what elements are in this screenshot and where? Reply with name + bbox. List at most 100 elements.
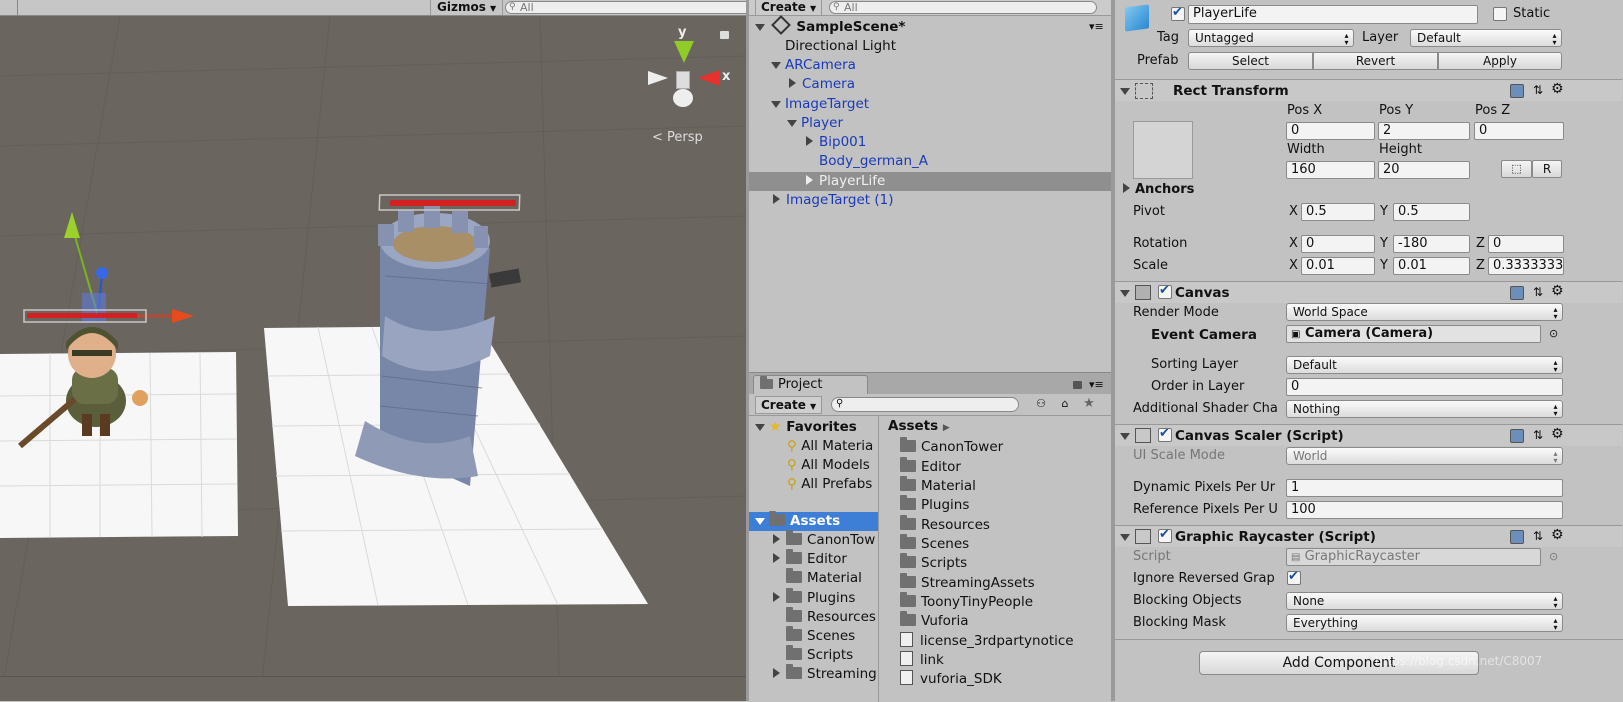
file-row[interactable]: Material (880, 476, 1111, 496)
hierarchy-item-bip001[interactable]: Bip001 (749, 133, 1109, 152)
render-mode-dropdown[interactable]: World Space (1286, 303, 1563, 321)
tree-item-editor[interactable]: Editor (749, 549, 878, 569)
gear-icon[interactable]: ⚙ (1551, 527, 1564, 543)
file-row[interactable]: Scripts (880, 553, 1111, 573)
posx-input[interactable]: 0 (1286, 122, 1375, 140)
rect-transform-header[interactable]: Rect Transform ⇅ ⚙ (1115, 79, 1622, 101)
help-icon[interactable] (1510, 286, 1524, 300)
sorting-layer-dropdown[interactable]: Default (1286, 356, 1563, 374)
file-row[interactable]: link (880, 651, 1111, 670)
dynamic-pixels-input[interactable]: 1 (1286, 479, 1563, 497)
expand-arrow-icon[interactable] (1120, 433, 1130, 440)
tree-item-material[interactable]: Material (749, 568, 878, 588)
height-input[interactable]: 20 (1378, 161, 1470, 179)
lock-icon[interactable] (720, 31, 729, 39)
file-row[interactable]: Editor (880, 457, 1111, 477)
scene-view[interactable]: Gizmos ▼ ⚲ All y x < Persp (0, 0, 746, 701)
pivot-y-input[interactable]: 0.5 (1393, 203, 1470, 221)
canvas-scaler-enabled-checkbox[interactable] (1158, 426, 1172, 442)
tree-item-scripts[interactable]: Scripts (749, 645, 878, 665)
file-row[interactable]: ToonyTinyPeople (880, 592, 1111, 612)
tree-item-streaming[interactable]: Streaming (749, 664, 878, 684)
gear-icon[interactable]: ⚙ (1551, 81, 1564, 97)
hierarchy-item-imagetarget[interactable]: ImageTarget (749, 95, 1109, 114)
gear-icon[interactable]: ⚙ (1551, 283, 1564, 299)
hierarchy-item-player[interactable]: Player (749, 114, 1109, 133)
collapse-arrow-icon[interactable] (1123, 183, 1130, 193)
collapse-arrow-icon[interactable] (773, 194, 780, 204)
lock-icon[interactable] (1073, 381, 1082, 389)
scale-x-input[interactable]: 0.01 (1301, 257, 1375, 275)
filter-label-icon[interactable]: ⌂ (1055, 397, 1075, 413)
favorite-all-prefabs[interactable]: ⚲ All Prefabs (749, 475, 878, 494)
expand-arrow-icon[interactable] (1120, 290, 1130, 297)
collapse-arrow-icon[interactable] (773, 534, 780, 544)
tree-item-scenes[interactable]: Scenes (749, 626, 878, 646)
rot-y-input[interactable]: -180 (1393, 235, 1470, 253)
project-tab[interactable]: Project (753, 375, 868, 394)
tag-dropdown[interactable]: Untagged (1188, 29, 1354, 47)
width-input[interactable]: 160 (1286, 161, 1375, 179)
anchors-row[interactable]: Anchors (1123, 182, 1194, 197)
hierarchy-item-directional-light[interactable]: Directional Light (749, 37, 1109, 56)
shader-channels-dropdown[interactable]: Nothing (1286, 400, 1563, 418)
order-in-layer-input[interactable]: 0 (1286, 378, 1563, 396)
file-row[interactable]: Resources (880, 515, 1111, 535)
file-row[interactable]: license_3rdpartynotice (880, 632, 1111, 651)
preset-icon[interactable]: ⇅ (1533, 529, 1543, 543)
favorite-star-icon[interactable]: ★ (1079, 396, 1099, 412)
hierarchy-item-body-german-a[interactable]: Body_german_A (749, 152, 1109, 171)
rot-z-input[interactable]: 0 (1488, 235, 1564, 253)
object-picker-icon[interactable]: ⊙ (1549, 327, 1558, 340)
persp-label[interactable]: < Persp (652, 130, 703, 145)
toolbar-left-button[interactable] (0, 0, 18, 15)
scene-row[interactable]: SampleScene* (749, 15, 1109, 37)
graphic-raycaster-enabled-checkbox[interactable] (1158, 527, 1172, 543)
expand-arrow-icon[interactable] (1120, 534, 1130, 541)
preset-icon[interactable]: ⇅ (1533, 285, 1543, 299)
blueprint-mode-button[interactable]: ⬚ (1501, 160, 1532, 178)
collapse-arrow-icon[interactable] (773, 668, 780, 678)
scale-z-input[interactable]: 0.3333333 (1488, 257, 1564, 275)
hierarchy-item-camera[interactable]: Camera (749, 75, 1109, 94)
pivot-x-input[interactable]: 0.5 (1301, 203, 1375, 221)
filter-type-icon[interactable]: ⚇ (1031, 397, 1051, 413)
file-row[interactable]: vuforia_SDK (880, 670, 1111, 689)
layer-dropdown[interactable]: Default (1410, 29, 1562, 47)
rot-x-input[interactable]: 0 (1301, 235, 1375, 253)
event-camera-field[interactable]: ▣ Camera (Camera) (1286, 325, 1541, 343)
hierarchy-item-arcamera[interactable]: ARCamera (749, 56, 1109, 75)
hierarchy-search-input[interactable]: ⚲ All (829, 1, 1097, 14)
orientation-gizmo[interactable]: y x (640, 25, 735, 115)
blocking-objects-dropdown[interactable]: None (1286, 592, 1563, 610)
graphic-raycaster-header[interactable]: Graphic Raycaster (Script) ⇅ ⚙ (1115, 525, 1622, 547)
hierarchy-create-button[interactable]: Create ▼ (755, 0, 823, 15)
collapse-arrow-icon[interactable] (773, 592, 780, 602)
hierarchy-item-playerlife[interactable]: PlayerLife (749, 172, 1111, 191)
posy-input[interactable]: 2 (1378, 122, 1470, 140)
active-checkbox[interactable] (1171, 5, 1185, 21)
static-checkbox[interactable] (1493, 7, 1507, 21)
file-row[interactable]: CanonTower (880, 437, 1111, 457)
collapse-arrow-icon[interactable] (806, 136, 813, 146)
posz-input[interactable]: 0 (1474, 122, 1564, 140)
tree-item-canontower[interactable]: CanonTow (749, 530, 878, 550)
collapse-arrow-icon[interactable] (789, 78, 796, 88)
assets-breadcrumb[interactable]: Assets ▶ (888, 418, 950, 434)
panel-menu-icon[interactable]: ▾≡ (1089, 378, 1104, 391)
assets-root-row[interactable]: Assets (749, 511, 878, 531)
project-create-button[interactable]: Create ▼ (755, 396, 823, 414)
reference-pixels-input[interactable]: 100 (1286, 501, 1563, 519)
object-name-input[interactable]: PlayerLife (1188, 5, 1478, 24)
preset-icon[interactable]: ⇅ (1533, 83, 1543, 97)
favorite-all-models[interactable]: ⚲ All Models (749, 456, 878, 475)
help-icon[interactable] (1510, 530, 1524, 544)
collapse-arrow-icon[interactable] (806, 175, 813, 185)
scene-search-input[interactable]: ⚲ All (505, 1, 746, 14)
expand-arrow-icon[interactable] (771, 101, 781, 108)
hierarchy-item-imagetarget-1[interactable]: ImageTarget (1) (749, 191, 1109, 210)
collapse-arrow-icon[interactable] (773, 553, 780, 563)
scale-y-input[interactable]: 0.01 (1393, 257, 1470, 275)
file-row[interactable]: Vuforia (880, 611, 1111, 631)
canvas-enabled-checkbox[interactable] (1158, 283, 1172, 299)
